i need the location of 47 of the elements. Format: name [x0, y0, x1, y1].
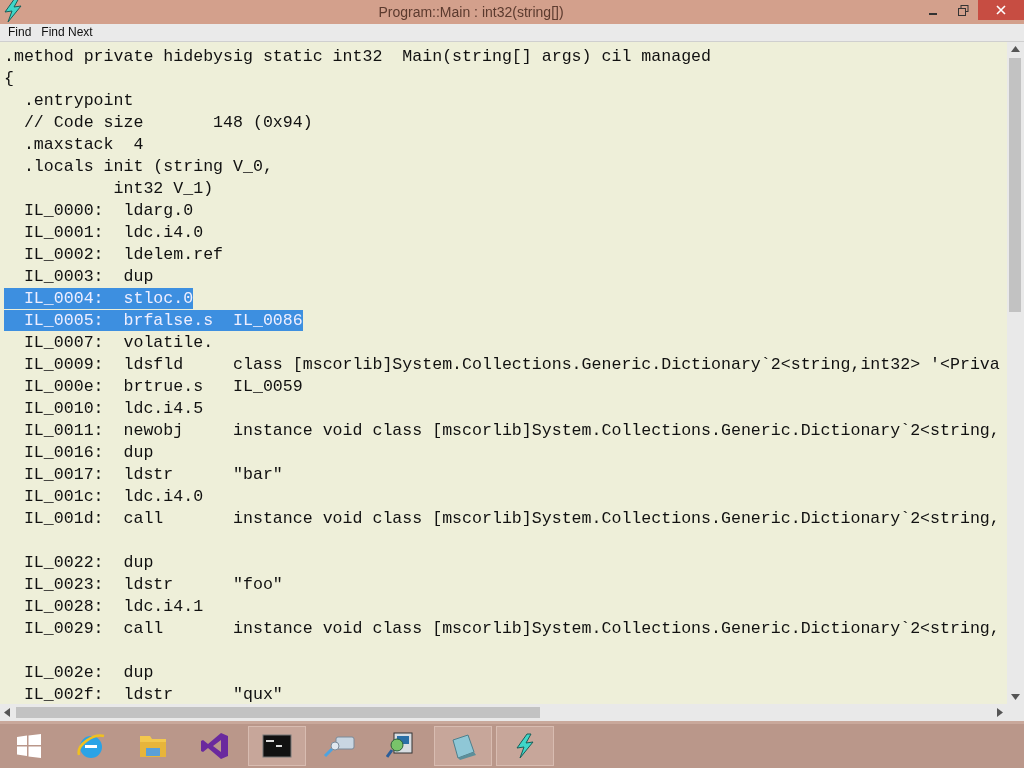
horizontal-scrollbar[interactable] — [0, 704, 1007, 722]
code-line: IL_0003: dup — [22, 265, 154, 287]
terminal-icon — [262, 734, 292, 759]
code-line: IL_0007: volatile. — [22, 331, 214, 353]
minimize-icon — [929, 13, 937, 15]
restore-icon — [957, 4, 969, 16]
close-icon — [996, 5, 1006, 15]
code-line: { — [4, 67, 14, 89]
network-icon — [322, 733, 356, 760]
code-line: IL_001d: call instance void class [mscorlib]System.Collections.Generic.Dictionary`2<string, — [22, 507, 1000, 529]
code-line: IL_0002: ldelem.ref — [22, 243, 224, 265]
windows-logo-icon — [16, 733, 42, 760]
code-line: IL_0029: call instance void class [mscorlib]System.Collections.Generic.Dictionary`2<string, — [22, 617, 1000, 639]
code-line: IL_0011: newobj instance void class [mscorlib]System.Collections.Generic.Dictionary`2<string, — [22, 419, 1000, 441]
menu-item[interactable]: Find Next — [36, 25, 98, 40]
scroll-thumb[interactable] — [1009, 57, 1021, 312]
code-line: .locals init (string V_0, — [22, 155, 273, 177]
code-line: IL_001c: ldc.i4.0 — [22, 485, 204, 507]
scroll-thumb[interactable] — [16, 707, 540, 719]
close-button[interactable] — [978, 0, 1024, 20]
code-line: IL_002f: ldstr "qux" — [22, 683, 283, 705]
code-line: IL_0028: ldc.i4.1 — [22, 595, 204, 617]
scroll-right-icon[interactable] — [997, 708, 1003, 718]
code-line: .entrypoint — [22, 89, 134, 111]
code-line: IL_000e: brtrue.s IL_0059 — [22, 375, 303, 397]
vertical-scrollbar[interactable] — [1007, 41, 1024, 705]
scroll-down-icon[interactable] — [1011, 694, 1020, 701]
code-line: IL_0001: ldc.i4.0 — [22, 221, 204, 243]
scroll-left-icon[interactable] — [4, 708, 10, 718]
taskbar-button[interactable] — [248, 726, 306, 767]
code-line: // Code size 148 (0x94) — [22, 111, 313, 133]
app-icon — [2, 0, 24, 23]
code-line: IL_0010: ldc.i4.5 — [22, 397, 204, 419]
code-line: .method private hidebysig static int32 Main(string[] args) cil managed — [4, 45, 711, 67]
code-line: int32 V_1) — [112, 177, 214, 199]
code-line: IL_002e: dup — [22, 661, 154, 683]
scroll-up-icon[interactable] — [1011, 45, 1020, 52]
code-line: IL_0016: dup — [22, 441, 154, 463]
menu-item[interactable]: Find — [3, 25, 37, 40]
code-line: IL_0000: ldarg.0 — [22, 199, 194, 221]
window-title: Program::Main : int32(string[]) — [377, 4, 565, 20]
code-line: IL_0009: ldsfld class [mscorlib]System.Collections.Generic.Dictionary`2<string,int32> '<Priva — [22, 353, 1000, 375]
code-line: IL_0017: ldstr "bar" — [22, 463, 283, 485]
studio-icon — [200, 731, 230, 762]
code-line: .maxstack 4 — [22, 133, 144, 155]
code-line: IL_0023: ldstr "foo" — [22, 573, 283, 595]
code-line: IL_0022: dup — [22, 551, 154, 573]
